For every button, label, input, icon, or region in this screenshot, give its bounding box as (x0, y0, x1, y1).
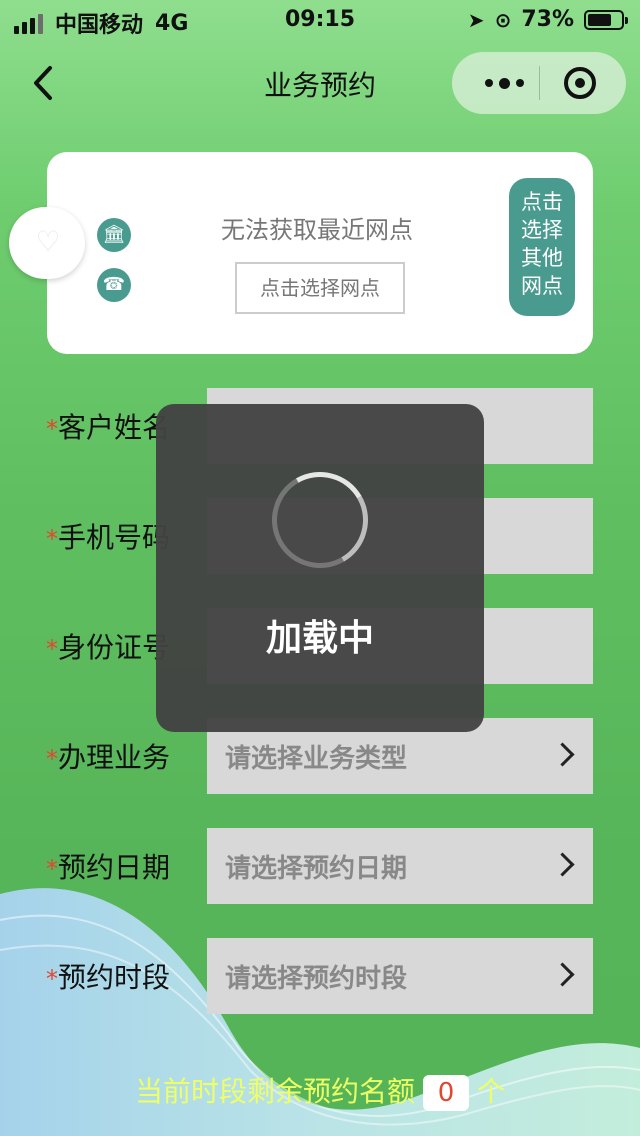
battery-icon (584, 9, 628, 30)
favorite-badge[interactable]: ♡ (9, 207, 85, 279)
required-star: * (46, 745, 58, 773)
quota-count: 0 (423, 1075, 469, 1111)
name-label: *客户姓名 (46, 406, 170, 446)
id-label: *身份证号 (46, 626, 170, 666)
chevron-right-icon (550, 742, 575, 767)
timeslot-select[interactable]: 请选择预约时段 (207, 938, 593, 1014)
bank-icon: 🏛 (97, 218, 131, 252)
battery-percent: 73% (521, 7, 574, 32)
chevron-right-icon (550, 962, 575, 987)
phone-label: *手机号码 (46, 516, 170, 556)
branch-card: 🏛 ☎ 无法获取最近网点 点击选择网点 点击 选择 其他 网点 (47, 152, 593, 354)
status-bar: 中国移动 4G 09:15 ➤ ⊙ 73% (0, 0, 640, 40)
required-star: * (46, 415, 58, 443)
business-label-text: 办理业务 (58, 741, 171, 774)
battery-fill (588, 13, 612, 26)
quota-suffix: 个 (477, 1075, 506, 1108)
required-star: * (46, 635, 58, 663)
other-branch-line-3: 其他 (521, 246, 563, 270)
branch-status-text: 无法获取最近网点 (221, 216, 413, 244)
quota-prefix: 当前时段剩余预约名额 (134, 1075, 415, 1108)
timeslot-label-text: 预约时段 (58, 961, 171, 994)
loading-spinner-icon (261, 461, 379, 579)
required-star: * (46, 855, 58, 883)
phone-icon: ☎ (97, 268, 131, 302)
more-dots-icon[interactable] (474, 70, 534, 96)
target-icon[interactable] (564, 67, 596, 99)
status-right: ➤ ⊙ 73% (467, 7, 628, 32)
select-other-branch-button[interactable]: 点击 选择 其他 网点 (509, 178, 575, 316)
remaining-quota: 当前时段剩余预约名额 0 个 (0, 1070, 640, 1111)
timeslot-label: *预约时段 (46, 956, 170, 996)
select-branch-button[interactable]: 点击选择网点 (235, 262, 405, 314)
orientation-lock-icon: ⊙ (494, 7, 512, 32)
location-icon: ➤ (467, 7, 485, 32)
required-star: * (46, 525, 58, 553)
name-label-text: 客户姓名 (58, 411, 171, 444)
form-row-timeslot: *预约时段 请选择预约时段 (0, 938, 640, 1014)
chevron-right-icon (550, 852, 575, 877)
loading-toast: 加载中 (156, 404, 484, 732)
mini-program-capsule (452, 52, 626, 114)
other-branch-line-1: 点击 (521, 190, 563, 214)
required-star: * (46, 965, 58, 993)
id-label-text: 身份证号 (58, 631, 171, 664)
heart-icon: ♡ (35, 225, 61, 258)
business-placeholder: 请选择业务类型 (225, 744, 408, 774)
other-branch-line-2: 选择 (521, 218, 563, 242)
nav-bar: 业务预约 (0, 50, 640, 118)
capsule-divider (539, 66, 540, 100)
other-branch-line-4: 网点 (521, 274, 563, 298)
business-label: *办理业务 (46, 736, 170, 776)
loading-text: 加载中 (265, 618, 374, 659)
phone-label-text: 手机号码 (58, 521, 171, 554)
timeslot-placeholder: 请选择预约时段 (225, 964, 408, 994)
